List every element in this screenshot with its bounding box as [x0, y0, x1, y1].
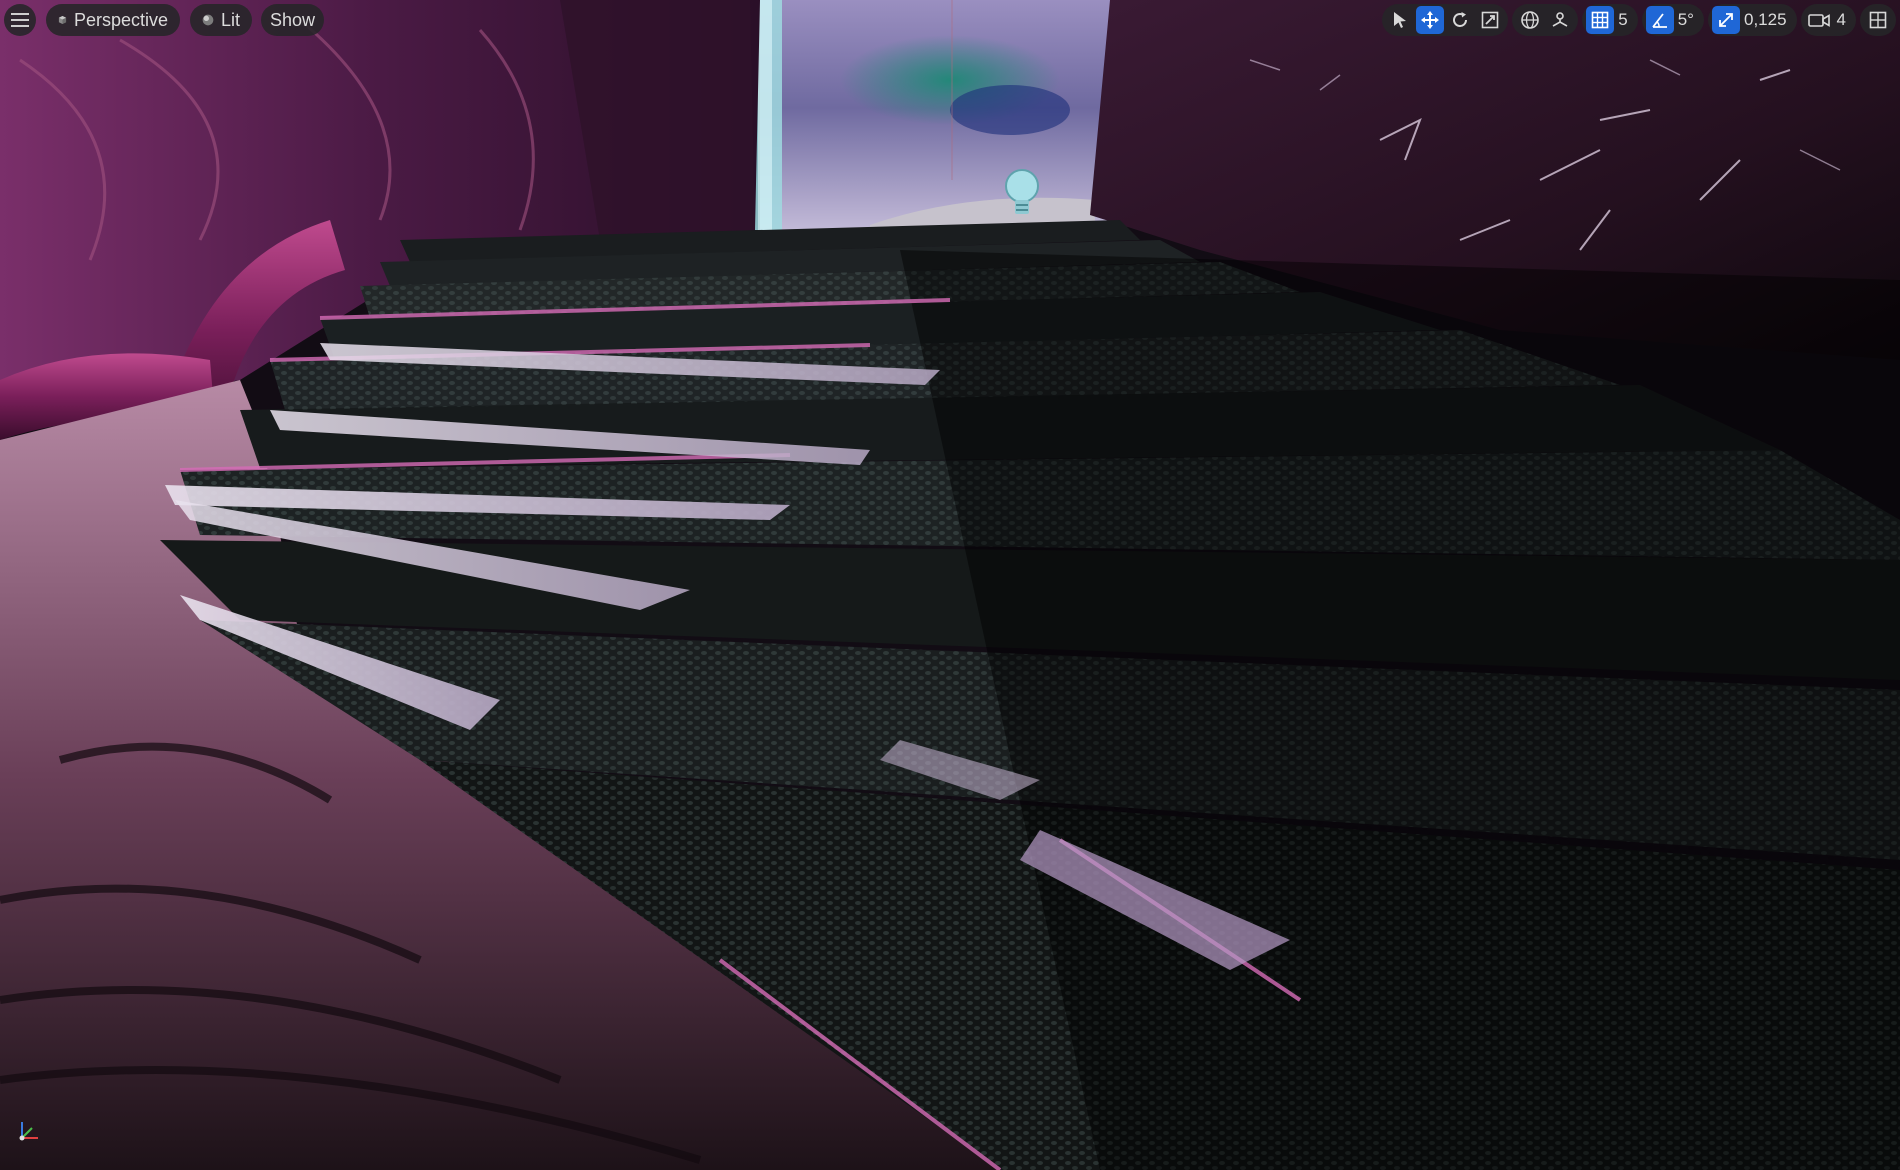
grid-snap-toggle[interactable] [1586, 6, 1615, 34]
level-viewport[interactable]: Perspective Lit Show 5 5° 0,125 4 [0, 0, 1900, 1170]
lighting-mode-label: Lit [220, 9, 240, 30]
scale-snap-group: 0,125 [1707, 4, 1797, 36]
coordinate-space-button[interactable] [1516, 6, 1544, 34]
viewport-menu-button[interactable] [4, 4, 36, 36]
viewport-layout-icon [1869, 11, 1887, 29]
layout-group [1860, 4, 1896, 36]
view-mode-button[interactable]: Perspective [46, 4, 180, 36]
camera-speed-group: 4 [1800, 4, 1856, 36]
viewport-layout-button[interactable] [1864, 6, 1892, 34]
scale-snap-icon [1719, 13, 1733, 27]
rotation-snap-value[interactable]: 5° [1676, 10, 1700, 30]
grid-snap-value[interactable]: 5 [1616, 10, 1633, 30]
move-arrows-icon [1421, 11, 1440, 29]
rotate-icon [1453, 12, 1468, 27]
viewport-right-toolbar: 5 5° 0,125 4 [1382, 4, 1896, 36]
select-tool-button[interactable] [1386, 6, 1414, 34]
rotation-snap-toggle[interactable] [1645, 6, 1674, 34]
grid-icon [1591, 11, 1609, 29]
scale-icon [1481, 11, 1499, 29]
camera-speed-button[interactable] [1805, 6, 1833, 34]
scale-snap-toggle[interactable] [1711, 6, 1740, 34]
surface-snapping-button[interactable] [1546, 6, 1574, 34]
view-mode-label: Perspective [73, 9, 168, 30]
transform-tools-group [1382, 4, 1509, 36]
globe-icon [1521, 11, 1540, 29]
axis-gizmo [19, 1122, 38, 1141]
sphere-icon [202, 14, 214, 26]
scale-snap-value[interactable]: 0,125 [1742, 10, 1793, 30]
angle-icon [1652, 13, 1667, 28]
grid-snap-group: 5 [1582, 4, 1638, 36]
lighting-mode-button[interactable]: Lit [190, 4, 252, 36]
scale-tool-button[interactable] [1476, 6, 1504, 34]
camera-speed-value[interactable]: 4 [1835, 10, 1852, 30]
hamburger-icon [11, 13, 29, 27]
rotate-tool-button[interactable] [1446, 6, 1474, 34]
coordinate-space-group [1512, 4, 1579, 36]
rotation-snap-group: 5° [1641, 4, 1704, 36]
show-label: Show [269, 9, 316, 30]
surface-snap-icon [1552, 12, 1568, 27]
cursor-icon [1394, 12, 1407, 28]
show-flags-button[interactable]: Show [261, 4, 324, 36]
scene-render[interactable] [0, 0, 1900, 1170]
camera-icon [1807, 14, 1830, 27]
cube-icon [58, 15, 67, 25]
move-tool-button[interactable] [1416, 6, 1445, 34]
